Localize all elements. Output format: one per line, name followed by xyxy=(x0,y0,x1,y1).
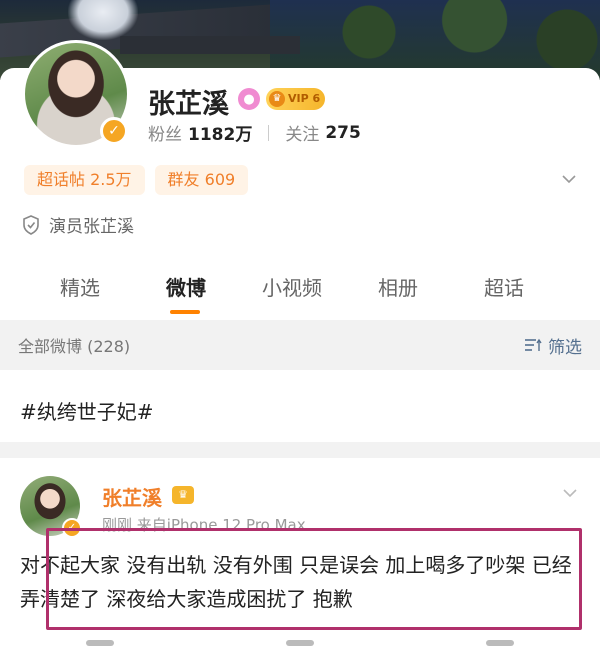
hashtag-card[interactable]: #纨绔世子妃# xyxy=(0,370,600,442)
filter-icon xyxy=(525,338,542,351)
like-icon[interactable] xyxy=(486,640,514,646)
repost-icon[interactable] xyxy=(86,640,114,646)
tab-album[interactable]: 相册 xyxy=(345,268,451,318)
chevron-down-icon[interactable] xyxy=(563,486,577,500)
profile-chips: 超话帖 2.5万 群友 609 xyxy=(24,165,249,195)
hashtag-text[interactable]: #纨绔世子妃# xyxy=(20,400,154,424)
vip-badge[interactable]: ♛ VIP 6 xyxy=(266,88,326,110)
followers-label: 粉丝 xyxy=(148,125,182,145)
section-gap xyxy=(0,442,600,458)
profile-stats: 粉丝 1182万 关注 275 xyxy=(148,120,361,146)
profile-name: 张芷溪 xyxy=(148,89,229,120)
post-author-name[interactable]: 张芷溪 xyxy=(102,482,162,511)
crown-icon: ♛ xyxy=(172,486,194,504)
filter-label: 筛选 xyxy=(548,337,582,358)
tab-featured[interactable]: 精选 xyxy=(27,268,133,318)
active-tab-indicator xyxy=(170,310,200,314)
comment-icon[interactable] xyxy=(286,640,314,646)
filter-bar: 全部微博 (228) 筛选 xyxy=(0,320,600,370)
profile-tabs: 精选 微博 小视频 相册 超话 xyxy=(0,268,600,318)
vip-label: VIP 6 xyxy=(288,92,321,105)
all-posts-label[interactable]: 全部微博 (228) xyxy=(18,333,130,357)
verification-row: 演员张芷溪 xyxy=(22,212,134,237)
chevron-down-icon[interactable] xyxy=(562,172,576,186)
tab-super-topic[interactable]: 超话 xyxy=(451,268,557,318)
filter-button[interactable]: 筛选 xyxy=(524,333,582,358)
following-label: 关注 xyxy=(285,125,320,145)
chip-fan-group[interactable]: 群友 609 xyxy=(154,165,249,195)
highlight-box xyxy=(46,528,582,630)
followers-count[interactable]: 1182万 xyxy=(188,120,252,145)
shield-icon xyxy=(23,214,39,235)
post-actions xyxy=(0,636,600,646)
verified-badge-icon: ✓ xyxy=(100,117,128,145)
following-count[interactable]: 275 xyxy=(325,123,361,143)
chip-super-topic-posts[interactable]: 超话帖 2.5万 xyxy=(24,165,145,195)
stats-divider xyxy=(268,124,270,141)
verification-text: 演员张芷溪 xyxy=(49,217,134,237)
cover-figure xyxy=(68,0,138,40)
tab-short-video[interactable]: 小视频 xyxy=(239,268,345,318)
cover-roof-lower xyxy=(120,36,300,54)
member-icon[interactable]: ● xyxy=(238,88,260,110)
crown-icon: ♛ xyxy=(269,91,285,107)
